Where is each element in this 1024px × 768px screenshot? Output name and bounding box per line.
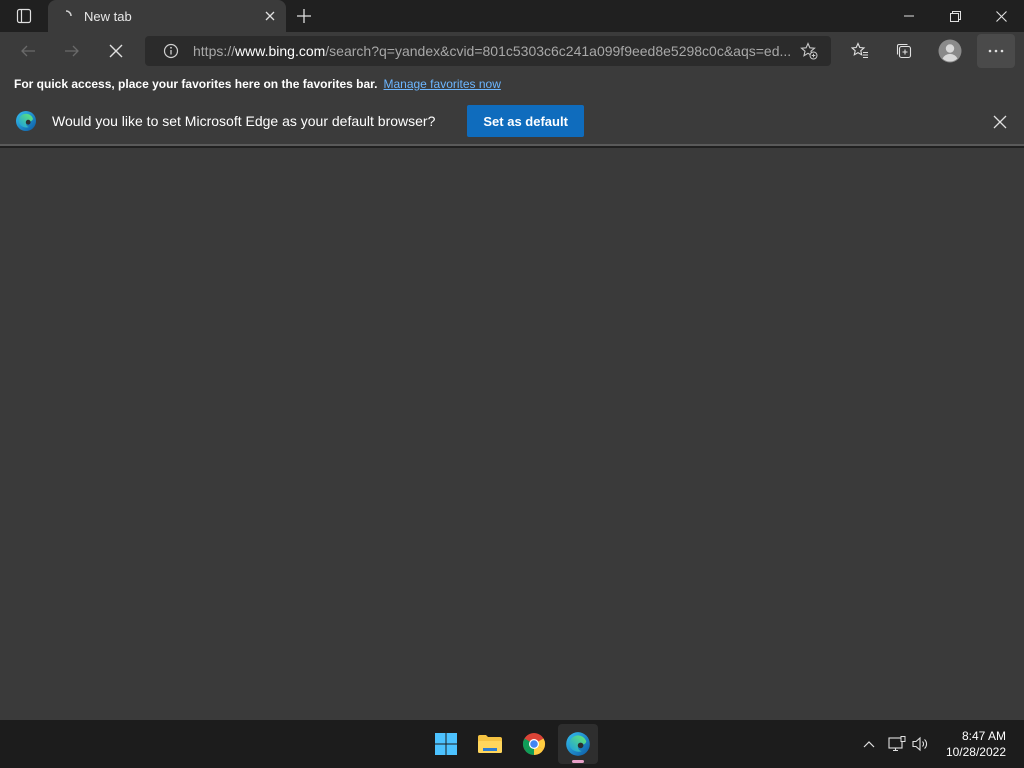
chevron-up-icon (863, 741, 875, 748)
screen: New tab https://www.bing.com/search?q=ya… (0, 0, 1024, 768)
start-button[interactable] (426, 724, 466, 764)
edge-icon (566, 732, 590, 756)
back-button[interactable] (11, 34, 45, 68)
settings-more-button[interactable] (977, 34, 1015, 68)
chrome-icon (523, 733, 545, 755)
arrow-left-icon (21, 45, 35, 57)
favorites-icon (851, 42, 868, 58)
file-explorer-button[interactable] (470, 724, 510, 764)
tab-actions-icon (16, 8, 32, 24)
forward-button[interactable] (55, 34, 89, 68)
close-icon (995, 10, 1007, 22)
taskbar: 8:47 AM 10/28/2022 (0, 720, 1024, 768)
network-icon (888, 736, 906, 752)
show-hidden-icons-button[interactable] (857, 732, 881, 756)
edge-button[interactable] (558, 724, 598, 764)
address-bar[interactable]: https://www.bing.com/search?q=yandex&cvi… (145, 36, 831, 66)
edge-logo-icon (16, 111, 36, 131)
clock-date: 10/28/2022 (945, 745, 1006, 759)
page-content[interactable] (0, 148, 1024, 720)
start-icon (435, 733, 457, 755)
manage-favorites-link[interactable]: Manage favorites now (383, 77, 500, 91)
plus-icon (297, 9, 311, 23)
volume-icon (912, 736, 927, 752)
new-tab-button[interactable] (290, 2, 318, 30)
favorites-button[interactable] (843, 34, 877, 68)
infobar-message: Would you like to set Microsoft Edge as … (52, 113, 436, 129)
loading-icon (58, 8, 74, 24)
star-add-icon (800, 42, 818, 60)
add-to-favorites-button[interactable] (795, 36, 823, 66)
collections-icon (896, 43, 912, 59)
arrow-right-icon (65, 45, 79, 57)
taskbar-clock[interactable]: 8:47 AM 10/28/2022 (946, 728, 1006, 760)
restore-icon (949, 10, 961, 22)
folder-icon (478, 735, 502, 753)
minimize-button[interactable] (886, 0, 932, 32)
restore-button[interactable] (932, 0, 978, 32)
title-bar: New tab (0, 0, 1024, 32)
navigation-toolbar: https://www.bing.com/search?q=yandex&cvi… (0, 32, 1024, 70)
avatar-icon (938, 39, 962, 63)
stop-loading-button[interactable] (99, 34, 133, 68)
close-icon (993, 115, 1007, 129)
url-host: www.bing.com (235, 43, 326, 59)
site-info-button[interactable] (155, 36, 187, 66)
profile-button[interactable] (933, 34, 967, 68)
set-as-default-button[interactable]: Set as default (467, 105, 584, 137)
close-icon (265, 11, 275, 21)
url-text[interactable]: https://www.bing.com/search?q=yandex&cvi… (193, 43, 791, 59)
clock-time: 8:47 AM (961, 729, 1006, 743)
default-browser-infobar: Would you like to set Microsoft Edge as … (0, 98, 1024, 146)
browser-tab[interactable]: New tab (48, 0, 286, 32)
info-icon (163, 43, 179, 59)
tab-title: New tab (84, 8, 132, 24)
collections-button[interactable] (887, 34, 921, 68)
url-path: /search?q=yandex&cvid=801c5303c6c241a099… (325, 43, 791, 59)
dismiss-infobar-button[interactable] (988, 110, 1012, 134)
active-app-indicator (572, 760, 584, 763)
stop-icon (109, 44, 123, 58)
favorites-bar: For quick access, place your favorites h… (0, 70, 1024, 98)
close-tab-button[interactable] (256, 2, 284, 30)
url-scheme: https:// (193, 43, 236, 59)
favorites-bar-hint: For quick access, place your favorites h… (14, 77, 378, 91)
chrome-button[interactable] (514, 724, 554, 764)
minimize-icon (904, 15, 914, 17)
volume-button[interactable] (909, 732, 933, 756)
close-window-button[interactable] (978, 0, 1024, 32)
tab-actions-button[interactable] (0, 0, 48, 32)
network-button[interactable] (885, 732, 909, 756)
more-icon (988, 49, 1004, 53)
